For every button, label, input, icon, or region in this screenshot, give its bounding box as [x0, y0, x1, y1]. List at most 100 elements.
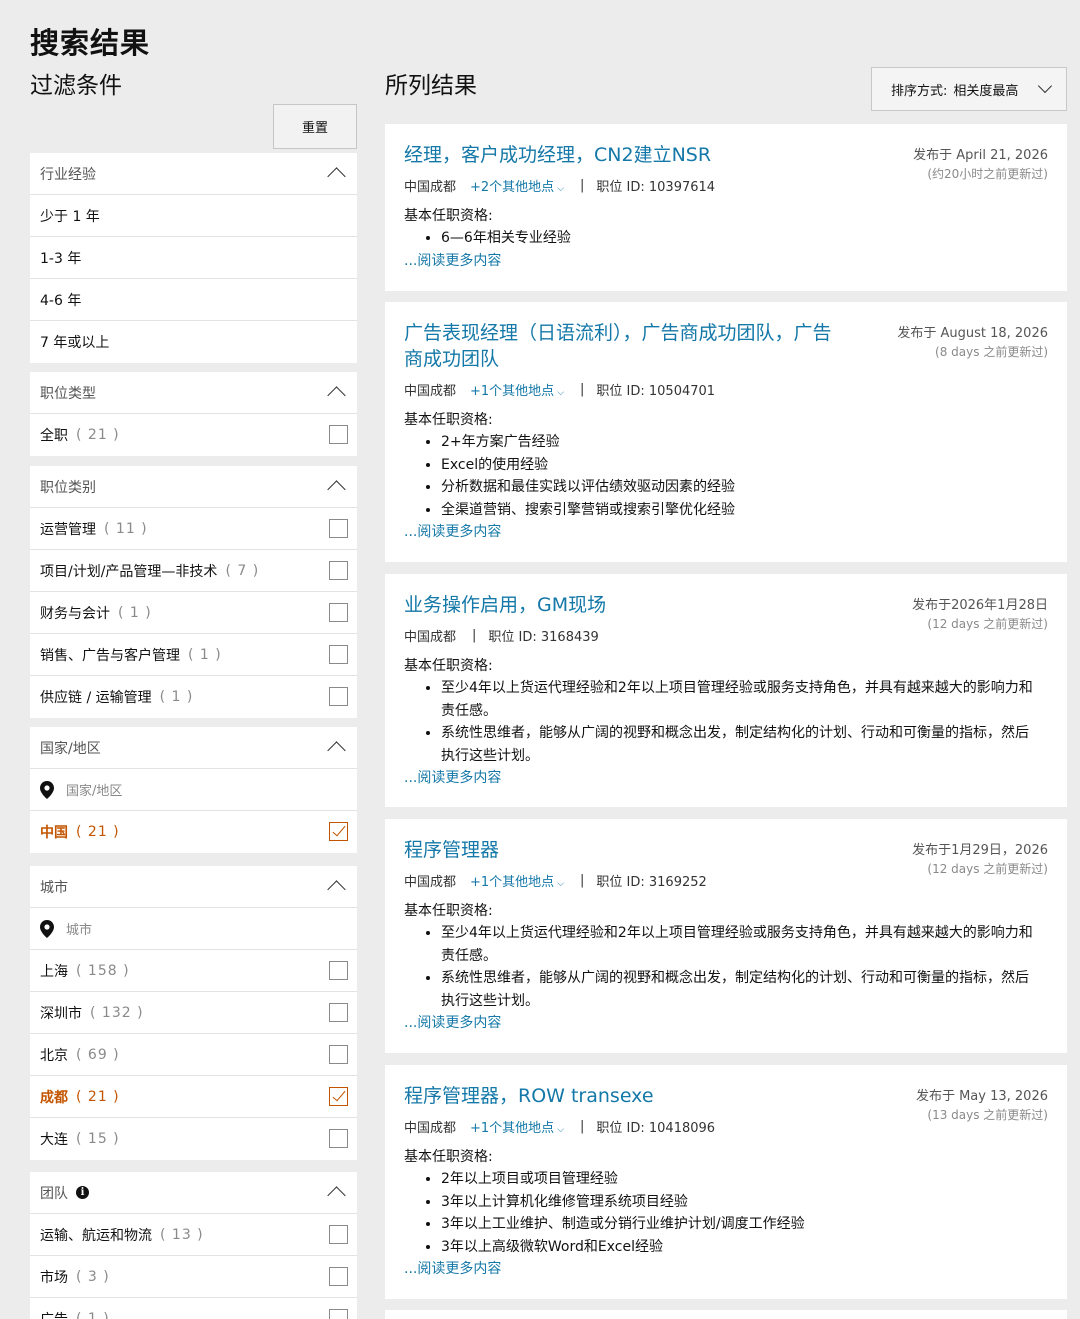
city-option[interactable]: 深圳市 ( 132 ) — [30, 992, 357, 1034]
read-more-link[interactable]: ...阅读更多内容 — [404, 1012, 1048, 1032]
checkbox[interactable] — [329, 1267, 348, 1286]
checkbox[interactable] — [329, 687, 348, 706]
filter-team-header[interactable]: 团队 i — [30, 1172, 357, 1214]
posted-text: 发布于1月29日，2026 — [912, 843, 1048, 858]
experience-option[interactable]: 少于 1 年 — [30, 195, 357, 237]
job-id: 职位 ID: 3168439 — [488, 630, 599, 645]
quals-list: 2+年方案广告经验 Excel的使用经验 分析数据和最佳实践以评估绩效驱动因素的… — [441, 431, 1048, 521]
sort-label: 排序方式: — [891, 83, 948, 99]
city-option[interactable]: 大连 ( 15 ) — [30, 1118, 357, 1160]
experience-option[interactable]: 7 年或以上 — [30, 321, 357, 363]
team-option[interactable]: 市场 ( 3 ) — [30, 1256, 357, 1298]
quals-list: 6—6年相关专业经验 — [441, 227, 1048, 250]
filter-country-header[interactable]: 国家/地区 — [30, 727, 357, 769]
category-option[interactable]: 财务与会计 ( 1 ) — [30, 592, 357, 634]
more-locations-label: +1个其他地点 — [470, 384, 555, 399]
filters-heading: 过滤条件 — [30, 73, 122, 99]
updated-text: (12 days 之前更新过) — [927, 617, 1048, 631]
country-option[interactable]: 中国 ( 21 ) — [30, 811, 357, 853]
city-option[interactable]: 成都 ( 21 ) — [30, 1076, 357, 1118]
checkbox[interactable] — [329, 519, 348, 538]
filter-team: 团队 i 运输、航运和物流 ( 13 ) 市场 ( 3 ) 广告 ( 1 ) — [30, 1172, 357, 1319]
chevron-down-icon: ⌵ — [557, 184, 565, 194]
read-more-link[interactable]: ...阅读更多内容 — [404, 521, 1048, 541]
checkbox[interactable] — [329, 1003, 348, 1022]
filter-experience-header[interactable]: 行业经验 — [30, 153, 357, 195]
filter-title: 国家/地区 — [40, 740, 101, 757]
chevron-up-icon[interactable] — [327, 1186, 346, 1205]
job-title-link[interactable]: 经理，客户成功经理，CN2建立NSR — [404, 142, 844, 168]
checkbox[interactable] — [329, 1045, 348, 1064]
city-option[interactable]: 北京 ( 69 ) — [30, 1034, 357, 1076]
option-count: ( 11 ) — [104, 520, 148, 537]
checkbox[interactable] — [329, 961, 348, 980]
city-option[interactable]: 上海 ( 158 ) — [30, 950, 357, 992]
option-label: 北京 — [40, 1047, 68, 1064]
divider: | — [580, 873, 585, 888]
country-search-input[interactable]: 国家/地区 — [30, 769, 357, 811]
chevron-down-icon: ⌵ — [557, 1125, 565, 1135]
job-card: 经理，客户成功经理，CN2建立NSR 发布于 April 21, 2026 (约2… — [385, 124, 1067, 291]
chevron-up-icon[interactable] — [327, 480, 346, 499]
option-count: ( 132 ) — [90, 1004, 144, 1021]
category-option[interactable]: 项目/计划/产品管理—非技术 ( 7 ) — [30, 550, 357, 592]
category-option[interactable]: 运营管理 ( 11 ) — [30, 508, 357, 550]
checkbox[interactable] — [329, 561, 348, 580]
info-icon[interactable]: i — [76, 1186, 89, 1199]
option-label: 4-6 年 — [40, 292, 82, 309]
more-locations-label: +1个其他地点 — [470, 1121, 555, 1136]
checkbox[interactable] — [329, 1225, 348, 1244]
job-card: 广告表现经理（日语流利），广告商成功团队，广告商成功团队 发布于 August … — [385, 302, 1067, 562]
chevron-up-icon[interactable] — [327, 741, 346, 760]
job-meta: 中国成都 +1个其他地点 ⌵ | 职位 ID: 10504701 — [404, 380, 1048, 399]
posted-text: 发布于2026年1月28日 — [912, 598, 1048, 613]
category-option[interactable]: 供应链 / 运输管理 ( 1 ) — [30, 676, 357, 718]
read-more-link[interactable]: ...阅读更多内容 — [404, 1258, 1048, 1278]
job-title-link[interactable]: 程序管理器，ROW transexe — [404, 1083, 844, 1109]
filter-job-type-header[interactable]: 职位类型 — [30, 372, 357, 414]
filter-category-header[interactable]: 职位类别 — [30, 466, 357, 508]
read-more-link[interactable]: ...阅读更多内容 — [404, 767, 1048, 787]
experience-option[interactable]: 4-6 年 — [30, 279, 357, 321]
job-title-link[interactable]: 广告表现经理（日语流利），广告商成功团队，广告商成功团队 — [404, 320, 844, 372]
option-count: ( 1 ) — [76, 1311, 110, 1319]
checkbox-checked[interactable] — [329, 822, 348, 841]
job-type-option[interactable]: 全职 ( 21 ) — [30, 414, 357, 456]
more-locations-toggle[interactable]: +1个其他地点 ⌵ — [470, 380, 564, 399]
checkbox[interactable] — [329, 1309, 348, 1319]
option-label: 大连 — [40, 1132, 68, 1148]
reset-button[interactable]: 重置 — [273, 104, 357, 149]
option-count: ( 1 ) — [188, 646, 222, 663]
team-option[interactable]: 广告 ( 1 ) — [30, 1298, 357, 1319]
divider: | — [472, 628, 477, 643]
filter-job-type: 职位类型 全职 ( 21 ) — [30, 372, 357, 456]
experience-option[interactable]: 1-3 年 — [30, 237, 357, 279]
job-card: 业务操作启用，GM现场 发布于2026年1月28日 (12 days 之前更新过)… — [385, 574, 1067, 807]
sort-dropdown[interactable]: 排序方式: 相关度最高 — [871, 67, 1067, 111]
checkbox-checked[interactable] — [329, 1087, 348, 1106]
team-option[interactable]: 运输、航运和物流 ( 13 ) — [30, 1214, 357, 1256]
read-more-link[interactable]: ...阅读更多内容 — [404, 250, 1048, 270]
more-locations-toggle[interactable]: +1个其他地点 ⌵ — [470, 871, 564, 890]
more-locations-toggle[interactable]: +1个其他地点 ⌵ — [470, 1117, 564, 1136]
checkbox[interactable] — [329, 645, 348, 664]
chevron-up-icon[interactable] — [327, 167, 346, 186]
option-label: 中国 — [40, 825, 68, 841]
updated-text: (13 days 之前更新过) — [927, 1108, 1048, 1122]
job-title-link[interactable]: 程序管理器 — [404, 837, 844, 863]
chevron-up-icon[interactable] — [327, 386, 346, 405]
job-card: 程序管理器 发布于1月29日，2026 (12 days 之前更新过) 中国成都 … — [385, 819, 1067, 1053]
option-count: ( 21 ) — [76, 427, 120, 443]
chevron-up-icon[interactable] — [327, 880, 346, 899]
category-option[interactable]: 销售、广告与客户管理 ( 1 ) — [30, 634, 357, 676]
city-search-input[interactable]: 城市 — [30, 908, 357, 950]
option-label: 上海 — [40, 963, 68, 980]
filter-city-header[interactable]: 城市 — [30, 866, 357, 908]
more-locations-toggle[interactable]: +2个其他地点 ⌵ — [470, 176, 564, 195]
checkbox[interactable] — [329, 425, 348, 444]
filter-title: 职位类型 — [40, 385, 96, 402]
job-title-link[interactable]: 业务操作启用，GM现场 — [404, 592, 844, 618]
option-count: ( 15 ) — [76, 1131, 120, 1147]
checkbox[interactable] — [329, 1129, 348, 1148]
checkbox[interactable] — [329, 603, 348, 622]
